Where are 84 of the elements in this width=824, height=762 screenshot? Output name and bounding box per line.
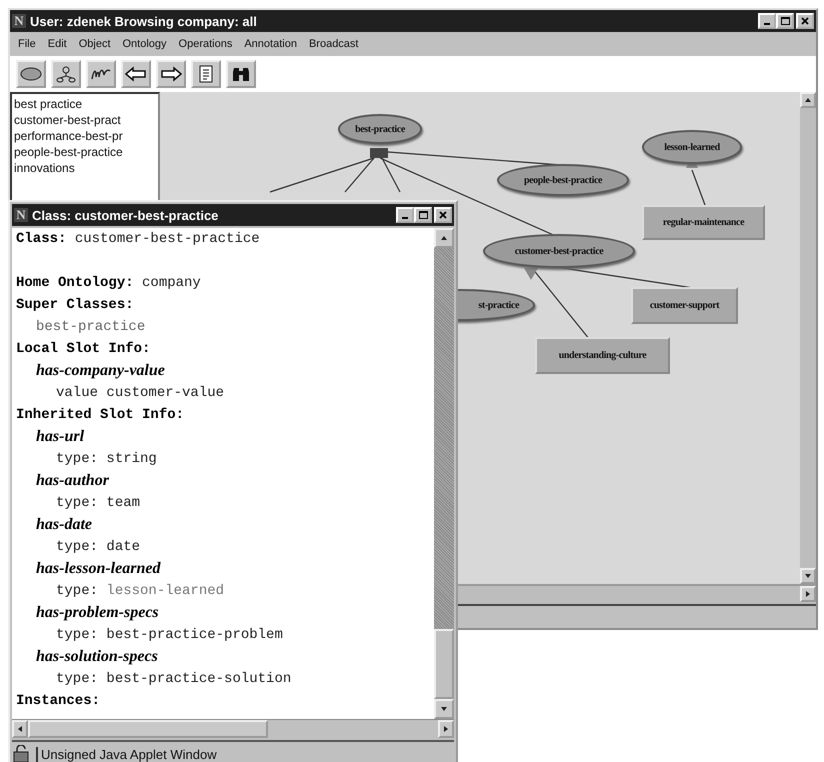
- toolbar-button[interactable]: [226, 60, 256, 88]
- binoculars-icon: [230, 65, 252, 83]
- slot-name: has-problem-specs: [35, 603, 160, 623]
- list-item[interactable]: innovations: [14, 160, 156, 176]
- slot-name: has-url: [35, 427, 86, 447]
- slot-detail: type: date: [55, 538, 142, 557]
- scroll-up-button[interactable]: [434, 228, 454, 248]
- maximize-icon: [418, 211, 428, 219]
- maximize-button[interactable]: [414, 207, 432, 223]
- right-arrow-icon: [160, 65, 182, 83]
- triangle-up-icon: [804, 96, 812, 104]
- heading-line: Class: customer-best-practice: [16, 230, 261, 249]
- menu-item[interactable]: Object: [72, 38, 116, 50]
- slot-detail: type: lesson-learned: [55, 582, 226, 601]
- list-item[interactable]: people-best-practice: [14, 144, 156, 160]
- window-title: User: zdenek Browsing company: all: [30, 14, 258, 28]
- menu-item[interactable]: Ontology: [116, 38, 173, 50]
- heading-line: Local Slot Info:: [16, 340, 152, 359]
- toolbar-button[interactable]: [121, 60, 151, 88]
- list-item[interactable]: customer-best-pract: [14, 112, 156, 128]
- minimize-button[interactable]: [758, 13, 776, 29]
- triangle-right-icon: [442, 725, 450, 733]
- heading-line: Instances:: [16, 692, 102, 711]
- slot-detail: type: string: [55, 450, 158, 469]
- heading-line: Home Ontology: company: [16, 274, 202, 293]
- class-node[interactable]: lesson-learned: [642, 130, 742, 164]
- maximize-icon: [780, 17, 790, 25]
- slot-name: has-company-value: [35, 361, 166, 381]
- edge-line: [691, 170, 706, 206]
- scroll-thumb[interactable]: [434, 629, 454, 699]
- scroll-down-button[interactable]: [434, 699, 454, 719]
- triangle-down-icon: [804, 572, 812, 580]
- app-icon: N: [12, 14, 26, 28]
- class-node[interactable]: customer-best-practice: [483, 234, 635, 268]
- instance-node[interactable]: regular-maintenance: [642, 205, 765, 240]
- triangle-down-icon: [440, 705, 448, 713]
- toolbar-button[interactable]: [86, 60, 116, 88]
- close-icon: [439, 211, 447, 219]
- toolbar-button[interactable]: [51, 60, 81, 88]
- class-node[interactable]: people-best-practice: [497, 164, 629, 196]
- menu-item[interactable]: Operations: [172, 38, 238, 50]
- slot-detail: value customer-value: [55, 384, 226, 403]
- maximize-button[interactable]: [776, 13, 794, 29]
- scroll-up-button[interactable]: [800, 92, 816, 108]
- class-node[interactable]: best-practice: [338, 114, 422, 144]
- close-button[interactable]: [796, 13, 814, 29]
- scroll-thumb[interactable]: [28, 720, 268, 738]
- menu-item[interactable]: File: [12, 38, 42, 50]
- toolbar-button[interactable]: [191, 60, 221, 88]
- toolbar-button[interactable]: [16, 60, 46, 88]
- junction-icon: [370, 148, 388, 158]
- slot-name: has-solution-specs: [35, 647, 159, 667]
- toolbar-button[interactable]: [156, 60, 186, 88]
- triangle-up-icon: [440, 234, 448, 242]
- status-text: Unsigned Java Applet Window: [36, 746, 454, 762]
- left-arrow-icon: [125, 65, 147, 83]
- slot-detail: type: best-practice-problem: [55, 626, 284, 645]
- triangle-right-icon: [804, 590, 812, 598]
- close-button[interactable]: [434, 207, 452, 223]
- slot-name: has-author: [35, 471, 110, 491]
- menu-item[interactable]: Edit: [42, 38, 73, 50]
- menu-item[interactable]: Annotation: [238, 38, 303, 50]
- list-item[interactable]: performance-best-pr: [14, 128, 156, 144]
- window-title: Class: customer-best-practice: [32, 208, 220, 222]
- slot-name: has-lesson-learned: [35, 559, 162, 579]
- close-icon: [801, 17, 809, 25]
- heading-line: Inherited Slot Info:: [16, 406, 186, 425]
- scroll-right-button[interactable]: [800, 586, 816, 602]
- instance-node[interactable]: understanding-culture: [535, 337, 670, 374]
- instance-node[interactable]: customer-support: [631, 287, 738, 324]
- slot-detail: type: team: [55, 494, 142, 513]
- slot-detail: type: best-practice-solution: [55, 670, 292, 689]
- ellipse-icon: [20, 65, 42, 83]
- list-item[interactable]: best practice: [14, 96, 156, 112]
- menu-item[interactable]: Broadcast: [302, 38, 364, 50]
- people-tree-icon: [55, 65, 77, 83]
- scroll-left-button[interactable]: [12, 720, 28, 738]
- scroll-down-button[interactable]: [800, 568, 816, 584]
- app-icon: N: [14, 208, 28, 222]
- slot-name: has-date: [35, 515, 93, 535]
- minimize-button[interactable]: [396, 207, 414, 223]
- heading-line: Super Classes:: [16, 296, 135, 315]
- scroll-right-button[interactable]: [438, 720, 454, 738]
- triangle-left-icon: [16, 725, 24, 733]
